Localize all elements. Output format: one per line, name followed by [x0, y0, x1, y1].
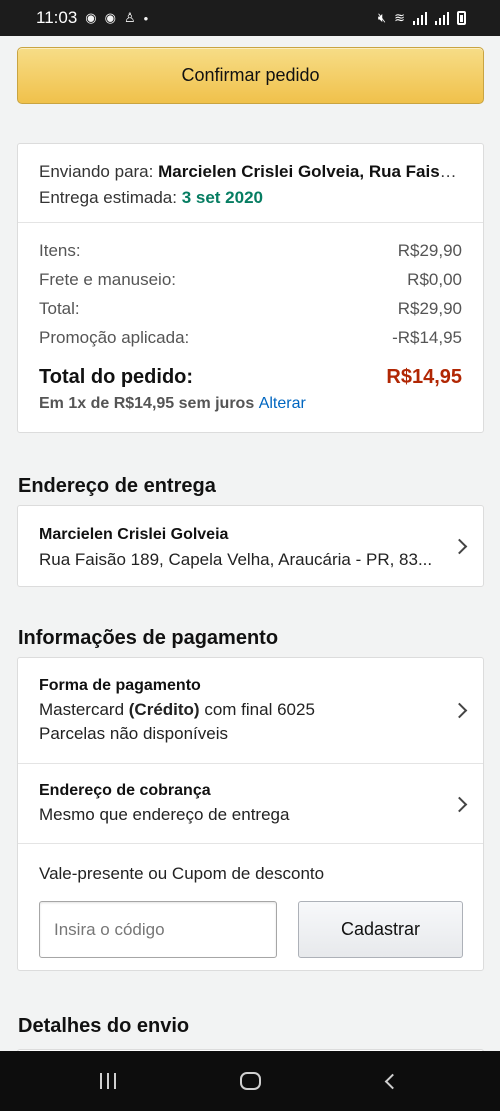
- coupon-label: Vale-presente ou Cupom de desconto: [39, 864, 325, 883]
- system-navigation-bar: [0, 1051, 500, 1111]
- price-row-promotion: Promoção aplicada: -R$14,95: [39, 328, 462, 357]
- change-installment-link[interactable]: Alterar: [259, 395, 306, 412]
- status-time: 11:03: [36, 8, 78, 27]
- mute-icon: 🔇︎: [377, 10, 387, 25]
- payment-card-line: Mastercard (Crédito) com final 6025: [39, 700, 462, 720]
- price-row-label: Total:: [39, 299, 80, 318]
- price-row-label: Promoção aplicada:: [39, 328, 190, 347]
- payment-info-heading: Informações de pagamento: [18, 627, 279, 649]
- order-total-row: Total do pedido: R$14,95: [39, 366, 462, 389]
- card-brand: Mastercard: [39, 700, 125, 719]
- billing-address-title: Endereço de cobrança: [39, 782, 211, 799]
- signal-icon-2: [435, 11, 449, 25]
- recent-apps-icon[interactable]: [100, 1073, 116, 1089]
- installments-unavailable-text: Parcelas não disponíveis: [39, 724, 229, 743]
- estimated-delivery-line: Entrega estimada: 3 set 2020: [39, 188, 462, 208]
- installment-text: Em 1x de R$14,95 sem juros: [39, 395, 255, 412]
- status-bar: 11:03 ◉ ◉ ♙ • 🔇︎ ≋: [0, 0, 500, 36]
- price-row-items: Itens: R$29,90: [39, 241, 462, 270]
- status-bar-left: 11:03 ◉ ◉ ♙ •: [36, 8, 148, 28]
- coupon-section: Vale-presente ou Cupom de desconto Cadas…: [18, 844, 483, 971]
- more-notifications-dot-icon: •: [143, 10, 149, 26]
- confirm-order-button[interactable]: Confirmar pedido: [17, 47, 484, 104]
- payment-info-card: Forma de pagamento Mastercard (Crédito) …: [17, 657, 484, 971]
- shipping-to-value: Marcielen Crislei Golveia, Rua Faisão 18…: [158, 162, 462, 181]
- payment-method-title: Forma de pagamento: [39, 677, 201, 694]
- order-summary-card: Enviando para: Marcielen Crislei Golveia…: [17, 143, 484, 433]
- card-ending: com final 6025: [204, 700, 315, 719]
- chrome-notification-icon: ◉: [85, 10, 97, 25]
- price-row-shipping: Frete e manuseio: R$0,00: [39, 270, 462, 299]
- battery-icon: [457, 11, 466, 25]
- price-row-value: R$29,90: [397, 299, 462, 318]
- app-notification-icon: ♙: [123, 10, 136, 25]
- billing-address-text: Mesmo que endereço de entrega: [39, 805, 290, 824]
- price-breakdown: Itens: R$29,90 Frete e manuseio: R$0,00 …: [18, 223, 483, 413]
- shipping-to-label: Enviando para:: [39, 162, 154, 181]
- eta-label: Entrega estimada:: [39, 188, 177, 207]
- shipping-details-heading: Detalhes do envio: [18, 1015, 190, 1037]
- order-total-value: R$14,95: [386, 366, 462, 388]
- order-total-label: Total do pedido:: [39, 366, 194, 388]
- price-row-label: Frete e manuseio:: [39, 270, 177, 289]
- price-row-value: R$29,90: [397, 241, 462, 260]
- price-row-total: Total: R$29,90: [39, 299, 462, 328]
- wifi-icon: ≋: [394, 10, 405, 25]
- signal-icon: [413, 11, 427, 25]
- card-type: (Crédito): [128, 700, 200, 719]
- status-bar-right: 🔇︎ ≋: [378, 10, 466, 26]
- coupon-code-input[interactable]: [39, 901, 277, 958]
- shipping-to-line: Enviando para: Marcielen Crislei Golveia…: [39, 162, 462, 182]
- back-icon[interactable]: [384, 1073, 401, 1090]
- address-line: Rua Faisão 189, Capela Velha, Araucária …: [39, 550, 433, 569]
- price-row-value: -R$14,95: [392, 328, 462, 347]
- recipient-name: Marcielen Crislei Golveia: [39, 526, 229, 543]
- installment-line: Em 1x de R$14,95 sem juros Alterar: [39, 395, 462, 413]
- eta-value: 3 set 2020: [181, 188, 263, 207]
- payment-method-row[interactable]: Forma de pagamento Mastercard (Crédito) …: [18, 658, 483, 764]
- apply-coupon-button[interactable]: Cadastrar: [298, 901, 463, 958]
- price-row-value: R$0,00: [407, 270, 462, 289]
- chrome-notification-icon-2: ◉: [104, 10, 116, 25]
- delivery-address-heading: Endereço de entrega: [18, 475, 216, 497]
- price-row-label: Itens:: [39, 241, 81, 260]
- checkout-page: Confirmar pedido Enviando para: Marciele…: [0, 36, 500, 1051]
- home-icon[interactable]: [240, 1072, 261, 1090]
- delivery-address-card[interactable]: Marcielen Crislei Golveia Rua Faisão 189…: [17, 505, 484, 587]
- shipping-summary: Enviando para: Marcielen Crislei Golveia…: [18, 144, 483, 223]
- billing-address-row[interactable]: Endereço de cobrança Mesmo que endereço …: [18, 764, 483, 844]
